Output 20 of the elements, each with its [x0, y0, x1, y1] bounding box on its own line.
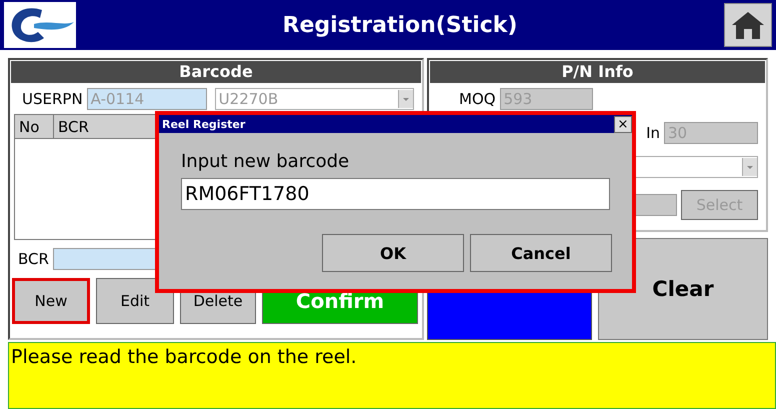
prompt-text: Input new barcode — [181, 151, 350, 172]
action-button[interactable]: New — [12, 278, 90, 324]
logo — [4, 2, 76, 48]
field-label: BCR — [18, 250, 49, 268]
home-icon — [730, 9, 766, 41]
column-header: No — [15, 115, 54, 139]
status-message: Please read the barcode on the reel. — [8, 342, 776, 409]
panel-title: P/N Info — [430, 61, 765, 83]
close-button[interactable]: × — [614, 116, 632, 132]
ok-button[interactable]: OK — [322, 234, 464, 272]
field-label: In — [646, 124, 660, 142]
cancel-button[interactable]: Cancel — [470, 234, 612, 272]
window-title: Registration(Stick) — [282, 12, 518, 38]
field-label: MOQ — [459, 90, 496, 108]
action-button[interactable]: Edit — [96, 278, 174, 324]
panel-title: Barcode — [11, 61, 421, 83]
home-button[interactable] — [724, 3, 772, 47]
field-label: USERPN — [22, 90, 83, 108]
barcode-input[interactable]: RM06FT1780 — [181, 178, 610, 210]
dialog-title: Reel Register — [162, 118, 246, 130]
